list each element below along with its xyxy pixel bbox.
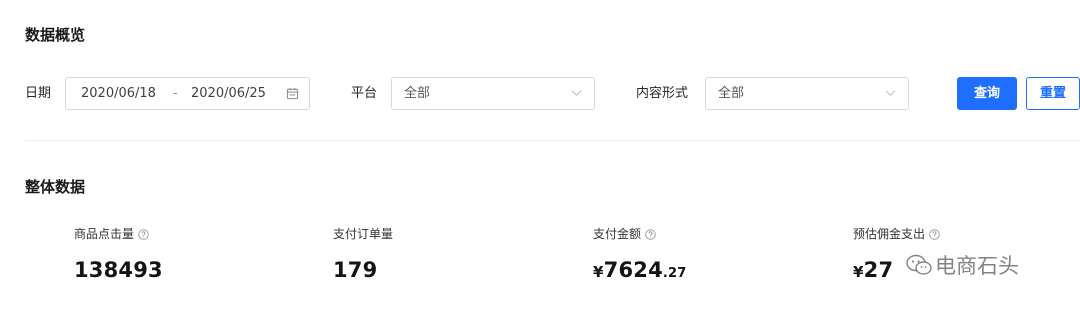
date-separator: - — [173, 86, 178, 101]
metric-card-clicks: 商品点击量 138493 — [74, 226, 314, 282]
metric-value-decimal: .27 — [662, 266, 687, 281]
content-form-select-value: 全部 — [718, 86, 745, 101]
watermark: 电商石头 — [905, 250, 1019, 280]
calendar-icon — [286, 87, 299, 100]
help-icon[interactable] — [929, 228, 940, 240]
metric-card-orders: 支付订单量 179 — [333, 226, 573, 282]
section-title: 整体数据 — [25, 178, 86, 196]
metric-value: ¥7624.27 — [593, 258, 833, 282]
metric-value: 179 — [333, 258, 378, 282]
metric-label: 商品点击量 — [74, 227, 135, 241]
platform-label: 平台 — [351, 86, 378, 101]
currency-symbol: ¥ — [593, 263, 604, 281]
content-form-select[interactable]: 全部 — [705, 77, 909, 110]
date-range-picker[interactable]: 2020/06/18 - 2020/06/25 — [65, 77, 310, 110]
metric-label: 预估佣金支出 — [853, 227, 926, 241]
help-icon[interactable] — [645, 228, 656, 240]
content-form-label: 内容形式 — [636, 86, 689, 101]
date-start[interactable]: 2020/06/18 — [81, 78, 156, 109]
metric-card-payment-amount: 支付金额 ¥7624.27 — [593, 226, 833, 282]
metric-label: 支付订单量 — [333, 227, 394, 241]
wechat-icon — [906, 254, 932, 275]
currency-symbol: ¥ — [853, 263, 864, 281]
chevron-down-icon — [885, 90, 896, 97]
query-button[interactable]: 查询 — [957, 77, 1017, 110]
date-end[interactable]: 2020/06/25 — [191, 78, 266, 109]
platform-select-value: 全部 — [404, 86, 431, 101]
metric-value-integer: 27 — [863, 258, 894, 282]
date-label: 日期 — [25, 86, 52, 101]
watermark-text: 电商石头 — [935, 254, 1019, 278]
metric-value-integer: 7624 — [603, 258, 663, 282]
page-title: 数据概览 — [25, 26, 86, 44]
help-icon[interactable] — [138, 228, 149, 240]
filter-bar: 日期 2020/06/18 - 2020/06/25 平台 全部 内容形式 全部… — [25, 77, 1080, 110]
divider — [25, 140, 1080, 141]
platform-select[interactable]: 全部 — [391, 77, 595, 110]
metric-label: 支付金额 — [593, 227, 642, 241]
metric-value: 138493 — [74, 258, 163, 282]
chevron-down-icon — [571, 90, 582, 97]
reset-button[interactable]: 重置 — [1026, 77, 1080, 110]
